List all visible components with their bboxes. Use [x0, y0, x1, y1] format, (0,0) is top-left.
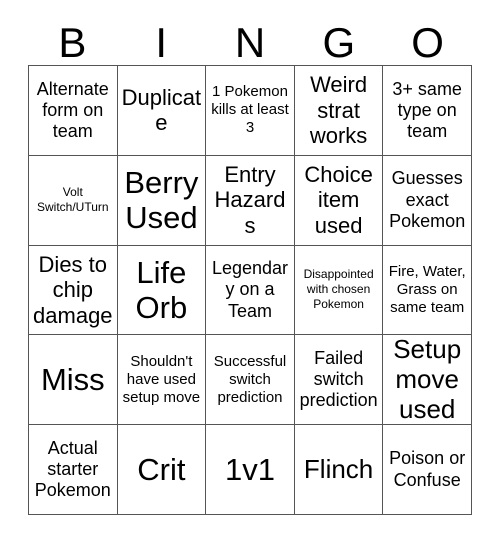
- bingo-cell-label: Guesses exact Pokemon: [389, 168, 466, 231]
- bingo-cell-label: Shouldn't have used setup move: [122, 352, 201, 406]
- bingo-cell-n4[interactable]: Successful switch prediction: [206, 335, 295, 426]
- bingo-cell-label: 3+ same type on team: [392, 78, 462, 142]
- bingo-cell-o2[interactable]: Guesses exact Pokemon: [383, 155, 472, 246]
- bingo-cell-label: Alternate form on team: [36, 78, 109, 142]
- bingo-cell-n2[interactable]: Entry Hazards: [206, 155, 295, 246]
- bingo-cell-n5[interactable]: 1v1: [206, 425, 295, 515]
- bingo-cell-label: Poison or Confuse: [389, 448, 466, 490]
- bingo-cell-n3[interactable]: Legendary on a Team: [206, 245, 295, 336]
- bingo-cell-label: Duplicate: [121, 84, 202, 136]
- bingo-cell-g1[interactable]: Weird strat works: [294, 66, 384, 156]
- bingo-cell-i1[interactable]: Duplicate: [117, 66, 207, 156]
- bingo-cell-label: Miss: [40, 362, 105, 398]
- bingo-header-letter-o: O: [411, 19, 444, 66]
- bingo-cell-g5[interactable]: Flinch: [294, 425, 384, 515]
- bingo-cell-label: Berry Used: [124, 164, 199, 236]
- bingo-cell-i4[interactable]: Shouldn't have used setup move: [117, 335, 207, 426]
- bingo-header-letter-g: G: [322, 19, 356, 66]
- bingo-header-letter-b: B: [58, 19, 87, 66]
- bingo-cell-b2[interactable]: Volt Switch/UTurn: [29, 155, 118, 246]
- bingo-cell-label: Successful switch prediction: [213, 352, 287, 406]
- bingo-cell-label: Volt Switch/UTurn: [37, 185, 109, 215]
- bingo-cell-label: Failed switch prediction: [299, 347, 378, 411]
- bingo-cell-label: 1v1: [225, 451, 275, 487]
- bingo-cell-b3[interactable]: Dies to chip damage: [29, 245, 118, 336]
- bingo-cell-label: Fire, Water, Grass on same team: [388, 262, 466, 316]
- bingo-cell-b1[interactable]: Alternate form on team: [29, 66, 118, 156]
- bingo-cell-o4[interactable]: Setup move used: [383, 335, 472, 426]
- bingo-cell-label: Weird strat works: [309, 72, 368, 149]
- bingo-cell-n1[interactable]: 1 Pokemon kills at least 3: [206, 66, 295, 156]
- bingo-cell-o3[interactable]: Fire, Water, Grass on same team: [383, 245, 472, 336]
- bingo-cell-b4[interactable]: Miss: [29, 335, 118, 426]
- bingo-cell-b5[interactable]: Actual starter Pokemon: [29, 425, 118, 515]
- bingo-cell-g4[interactable]: Failed switch prediction: [294, 335, 384, 426]
- bingo-cell-label: Legendary on a Team: [211, 258, 289, 321]
- bingo-cell-i5[interactable]: Crit: [117, 425, 207, 515]
- bingo-cell-i3[interactable]: Life Orb: [117, 245, 207, 336]
- bingo-cell-label: Dies to chip damage: [33, 251, 113, 328]
- bingo-cell-label: Entry Hazards: [214, 161, 286, 238]
- bingo-cell-i2[interactable]: Berry Used: [117, 155, 207, 246]
- bingo-cell-label: Life Orb: [135, 254, 188, 325]
- bingo-grid: Alternate form on team Duplicate 1 Pokem…: [28, 65, 472, 515]
- bingo-cell-label: Crit: [137, 451, 186, 487]
- bingo-cell-label: Choice item used: [304, 161, 373, 238]
- bingo-header-letter-i: I: [155, 19, 168, 66]
- bingo-cell-o1[interactable]: 3+ same type on team: [383, 66, 472, 156]
- bingo-cell-label: Disappointed with chosen Pokemon: [303, 267, 374, 312]
- bingo-cell-o5[interactable]: Poison or Confuse: [383, 425, 472, 515]
- bingo-cell-g2[interactable]: Choice item used: [294, 155, 384, 246]
- bingo-cell-label: Setup move used: [393, 335, 462, 424]
- bingo-cell-label: 1 Pokemon kills at least 3: [211, 83, 289, 137]
- bingo-cell-label: Flinch: [303, 453, 374, 484]
- bingo-cell-label: Actual starter Pokemon: [34, 437, 111, 501]
- bingo-header-row: B I N G O: [28, 14, 472, 65]
- bingo-card: B I N G O Alternate form on team Duplica…: [0, 0, 500, 544]
- bingo-header-letter-n: N: [234, 19, 266, 66]
- bingo-cell-g3[interactable]: Disappointed with chosen Pokemon: [294, 245, 384, 336]
